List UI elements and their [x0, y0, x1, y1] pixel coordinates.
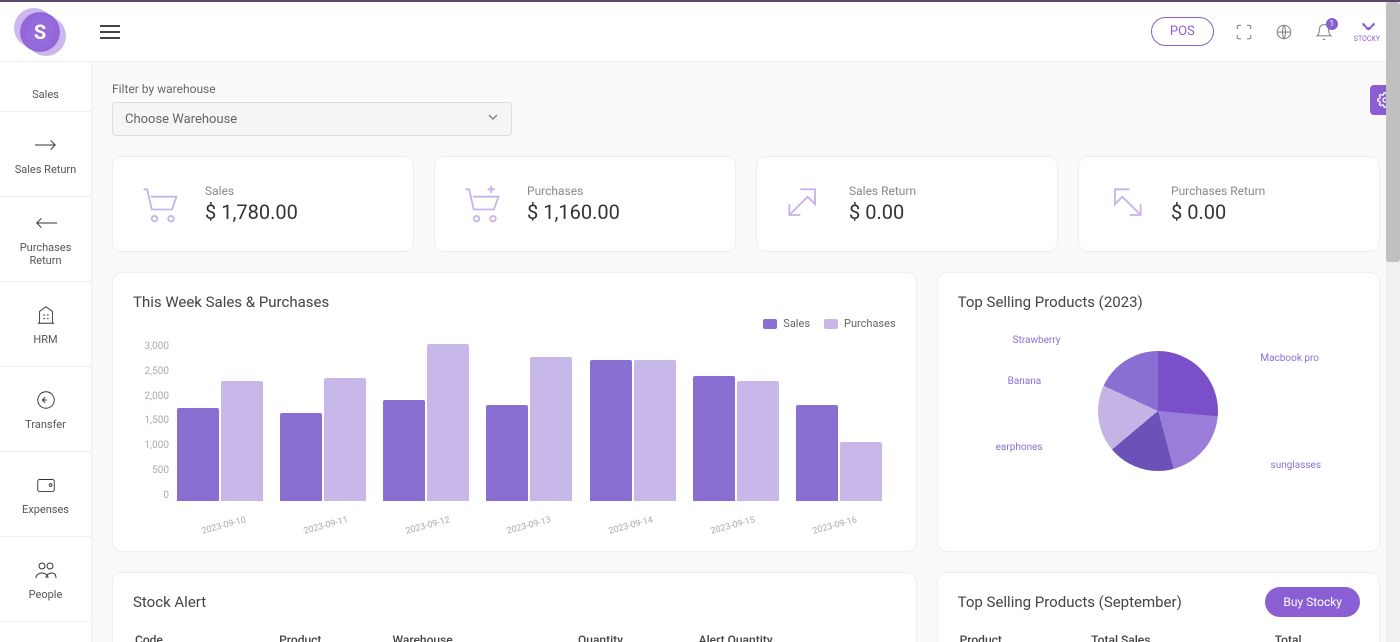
- people-icon: [34, 558, 58, 582]
- globe-icon[interactable]: [1274, 22, 1294, 42]
- sidebar-label: Transfer: [25, 418, 66, 431]
- sidebar-label: Purchases Return: [4, 241, 87, 267]
- chart-legend: Sales Purchases: [763, 317, 895, 330]
- sidebar-item-expenses[interactable]: Expenses: [0, 452, 91, 537]
- brand-mini-icon[interactable]: STOCKY: [1354, 21, 1380, 43]
- card-title: Stock Alert: [133, 593, 896, 611]
- arrow-left-icon: [34, 211, 58, 235]
- sidebar-label: HRM: [33, 333, 57, 346]
- pie-chart: [1098, 351, 1218, 471]
- sidebar-item-people[interactable]: People: [0, 537, 91, 622]
- scrollbar[interactable]: [1386, 2, 1400, 642]
- card-title: This Week Sales & Purchases: [133, 293, 896, 311]
- filter-label: Filter by warehouse: [112, 82, 1380, 96]
- sidebar-item-transfer[interactable]: Transfer: [0, 367, 91, 452]
- arrow-right-icon: [34, 133, 58, 157]
- week-chart-card: This Week Sales & Purchases Sales Purcha…: [112, 272, 917, 552]
- main-content: Filter by warehouse Choose Warehouse Sal…: [92, 62, 1400, 642]
- sidebar-item-hrm[interactable]: HRM: [0, 282, 91, 367]
- sidebar-item-sales[interactable]: Sales: [0, 62, 91, 112]
- logo[interactable]: S: [20, 12, 60, 52]
- sidebar-label: Expenses: [22, 503, 69, 516]
- header: S POS 1 STOCKY: [0, 2, 1400, 62]
- buy-stocky-button[interactable]: Buy Stocky: [1265, 587, 1360, 617]
- bell-icon[interactable]: 1: [1314, 22, 1334, 42]
- wallet-icon: [34, 473, 58, 497]
- stock-alert-card: Stock Alert Code Product Warehouse Quant…: [112, 572, 917, 642]
- cart-icon: [135, 179, 185, 229]
- fullscreen-icon[interactable]: [1234, 22, 1254, 42]
- sidebar-label: Sales: [32, 88, 59, 101]
- warehouse-select[interactable]: Choose Warehouse: [112, 102, 512, 136]
- pie-card: Top Selling Products (2023) Strawberry M…: [937, 272, 1380, 552]
- menu-toggle-icon[interactable]: [100, 25, 120, 39]
- pos-button[interactable]: POS: [1151, 17, 1214, 46]
- card-title: Top Selling Products (2023): [958, 293, 1359, 311]
- arrow-out-icon: [779, 179, 829, 229]
- sidebar-label: Sales Return: [15, 163, 77, 176]
- cart-plus-icon: [457, 179, 507, 229]
- arrow-in-icon: [1101, 179, 1151, 229]
- notification-badge: 1: [1326, 18, 1338, 30]
- chevron-down-icon: [487, 111, 499, 127]
- sidebar-item-purchases-return[interactable]: Purchases Return: [0, 197, 91, 282]
- stat-card: Sales Return$ 0.00: [756, 156, 1058, 252]
- sidebar: Sales Sales Return Purchases Return HRM …: [0, 62, 92, 642]
- stat-card: Purchases Return$ 0.00: [1078, 156, 1380, 252]
- sidebar-label: People: [29, 588, 63, 601]
- sidebar-item-sales-return[interactable]: Sales Return: [0, 112, 91, 197]
- building-icon: [34, 303, 58, 327]
- stat-card: Sales$ 1,780.00: [112, 156, 414, 252]
- transfer-icon: [34, 388, 58, 412]
- stat-card: Purchases$ 1,160.00: [434, 156, 736, 252]
